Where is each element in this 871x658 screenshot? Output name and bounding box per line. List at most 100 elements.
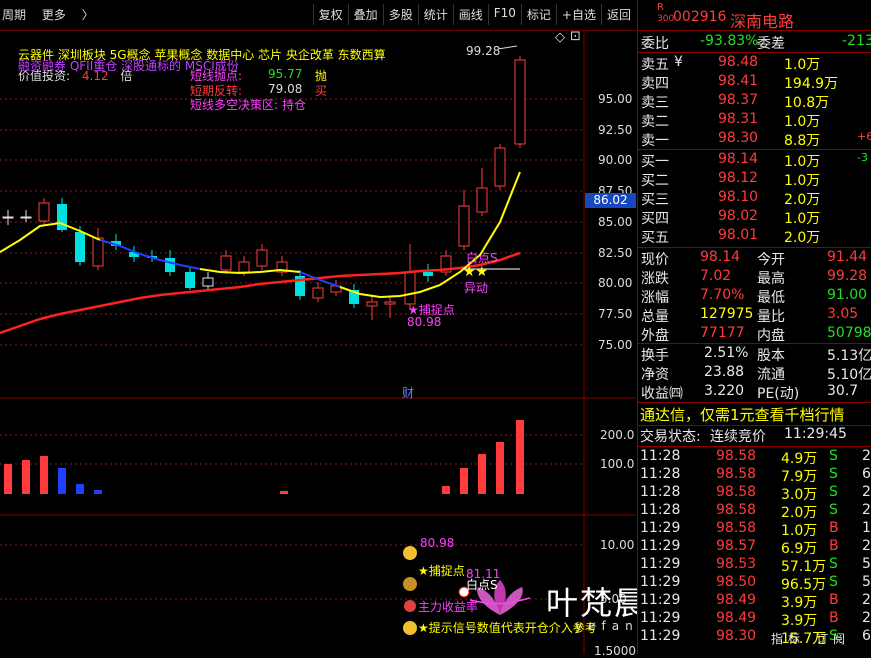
tick-volume: 7.9万 bbox=[781, 469, 818, 485]
tick-price: 98.58 bbox=[716, 502, 757, 518]
diamond-icon bbox=[404, 600, 416, 612]
bottom-tabs: 指 标 订 阅 bbox=[638, 630, 871, 649]
trade-status-row: 交易状态: 连续竞价 11:29:45 bbox=[638, 426, 871, 445]
tick-price: 98.58 bbox=[716, 448, 757, 464]
value-investment: 价值投资: 4.12 倍 bbox=[18, 67, 132, 84]
bid-price: 98.12 bbox=[718, 170, 759, 186]
trade-time: 11:29:45 bbox=[784, 426, 847, 442]
weibi-value: -93.83% bbox=[700, 33, 759, 49]
yen-icon: ¥ bbox=[674, 54, 683, 70]
tick-price: 98.58 bbox=[716, 484, 757, 500]
tick-count: 5 bbox=[862, 574, 871, 590]
fin-label: 收益㈣ bbox=[641, 386, 683, 402]
bid-price: 98.02 bbox=[718, 208, 759, 224]
bid-price: 98.01 bbox=[718, 227, 759, 243]
tick-row: 11:28 98.58 3.0万 S 2 bbox=[638, 484, 871, 503]
tick-time: 11:28 bbox=[640, 466, 681, 482]
ask-label: 卖一 bbox=[641, 133, 669, 149]
weibi-label: 委比 bbox=[641, 36, 669, 52]
promo-text: 通达信，仅需1元查看千档行情 bbox=[640, 406, 845, 424]
ask-price: 98.37 bbox=[718, 92, 759, 108]
main-profit-label: 主力收益率 bbox=[418, 600, 479, 614]
tick-side: S bbox=[829, 574, 838, 590]
candle-body bbox=[220, 255, 232, 271]
lower-value-1: 80.98 bbox=[420, 536, 455, 550]
axis-tick: 95.00 bbox=[598, 92, 633, 106]
stat-value: 98.14 bbox=[700, 249, 741, 265]
quote-panel: R 300 002916 深南电路 委比 -93.83% 委差 -213 卖五 ¥… bbox=[637, 0, 871, 654]
stat-value-2: 99.28 bbox=[827, 268, 868, 284]
tick-count: 2 bbox=[862, 448, 871, 464]
tick-side: B bbox=[829, 592, 839, 608]
tick-row: 11:29 98.49 3.9万 B 2 bbox=[638, 610, 871, 629]
ask-label: 卖三 bbox=[641, 95, 669, 111]
value-investment-label: 价值投资: bbox=[18, 69, 71, 83]
diamond-toggle-icon[interactable]: ◇ bbox=[555, 30, 565, 45]
stock-prefix-num: 300 bbox=[657, 14, 675, 24]
signal-reversal-value: 79.08 bbox=[268, 82, 303, 96]
tick-side: B bbox=[829, 610, 839, 626]
candle-body bbox=[92, 237, 104, 267]
bottom-tab[interactable]: 订 bbox=[816, 630, 828, 647]
close-chart-icon[interactable]: ⊡ bbox=[570, 29, 581, 44]
bid-change: -3 bbox=[857, 151, 868, 164]
bid-label: 买一 bbox=[641, 154, 669, 170]
bottom-tab[interactable]: 阅 bbox=[833, 630, 845, 647]
stat-value: 77177 bbox=[700, 325, 745, 341]
volume-bars bbox=[4, 420, 524, 494]
ask-label: 卖二 bbox=[641, 114, 669, 130]
finance-marker[interactable]: 财 bbox=[402, 384, 414, 401]
axis-tick: 77.50 bbox=[598, 307, 633, 321]
bottom-tab[interactable]: 指 bbox=[771, 630, 783, 647]
fin-label-2: 股本 bbox=[757, 348, 785, 364]
volume-bar bbox=[516, 420, 524, 494]
lower-bottom-number: 1.5000 bbox=[594, 644, 636, 658]
ask-price: 98.31 bbox=[718, 111, 759, 127]
promo-link[interactable]: 通达信，仅需1元查看千档行情 bbox=[638, 404, 871, 424]
bid-volume: 2.0万 bbox=[784, 230, 821, 246]
axis-tick: 85.00 bbox=[598, 215, 633, 229]
tick-volume: 57.1万 bbox=[781, 559, 827, 575]
tick-row: 11:29 98.57 6.9万 B 2 bbox=[638, 538, 871, 557]
stock-code: 002916 bbox=[673, 9, 727, 25]
lower-catch-label: ★捕捉点 bbox=[418, 564, 465, 578]
tick-volume: 3.9万 bbox=[781, 613, 818, 629]
axis-tick: 90.00 bbox=[598, 153, 633, 167]
smile-icon bbox=[403, 546, 417, 560]
signal-short-sell-value: 95.77 bbox=[268, 67, 303, 81]
stock-header: R 300 002916 深南电路 bbox=[638, 2, 871, 31]
tick-price: 98.57 bbox=[716, 538, 757, 554]
weibi-row: 委比 -93.83% 委差 -213 bbox=[638, 33, 871, 52]
tick-row: 11:28 98.58 4.9万 S 2 bbox=[638, 448, 871, 467]
tick-time: 11:29 bbox=[640, 592, 681, 608]
tick-time: 11:29 bbox=[640, 574, 681, 590]
volume-bar bbox=[76, 484, 84, 494]
candle-body bbox=[38, 202, 50, 222]
candle-body bbox=[423, 272, 433, 276]
bid-volume: 1.0万 bbox=[784, 173, 821, 189]
ask-row: 卖二 98.31 1.0万 bbox=[638, 111, 871, 130]
volume-bar bbox=[280, 491, 288, 494]
fin-value-2: 30.7 bbox=[827, 383, 859, 399]
stat-label-2: 最低 bbox=[757, 290, 785, 306]
bid-row: 买五 98.01 2.0万 bbox=[638, 227, 871, 246]
finance-row: 收益㈣ 3.220 PE(动) 30.7 bbox=[638, 383, 871, 402]
stat-label-2: 量比 bbox=[757, 309, 785, 325]
stat-value: 127975 bbox=[700, 306, 754, 322]
fin-label: 换手 bbox=[641, 348, 669, 364]
stat-label: 现价 bbox=[641, 252, 669, 268]
low-price-label: 80.98 bbox=[407, 315, 442, 329]
candle-body bbox=[514, 59, 526, 145]
bottom-tab[interactable]: 标 bbox=[788, 630, 800, 647]
tick-count: 2 bbox=[862, 538, 871, 554]
bid-volume: 2.0万 bbox=[784, 192, 821, 208]
bid-row: 买四 98.02 1.0万 bbox=[638, 208, 871, 227]
fin-value: 2.51% bbox=[704, 345, 749, 361]
bid-row: 买二 98.12 1.0万 bbox=[638, 170, 871, 189]
ask-price: 98.30 bbox=[718, 130, 759, 146]
high-price-label: 99.28 bbox=[466, 44, 501, 58]
bid-label: 买五 bbox=[641, 230, 669, 246]
candle-body bbox=[384, 301, 396, 305]
volume-bar bbox=[22, 460, 30, 494]
candle-body bbox=[458, 205, 470, 247]
